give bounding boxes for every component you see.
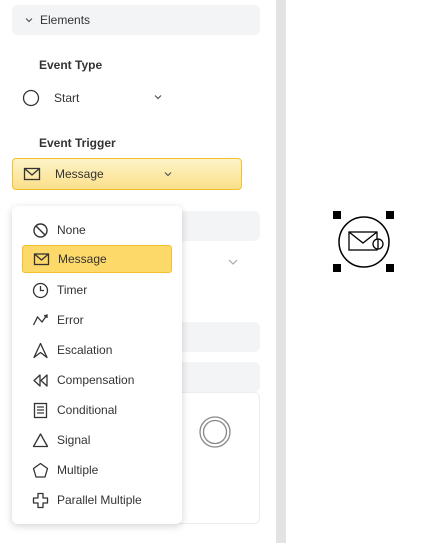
collapsed-section[interactable] [170, 362, 260, 392]
event-trigger-select[interactable]: Message [12, 158, 242, 190]
message-icon [23, 167, 41, 181]
menu-item-timer[interactable]: Timer [22, 276, 172, 304]
message-start-event-icon [338, 216, 390, 268]
event-trigger-value: Message [55, 167, 104, 181]
menu-item-multiple[interactable]: Multiple [22, 456, 172, 484]
menu-item-label: Signal [57, 433, 91, 447]
section-title: Elements [40, 13, 91, 27]
resize-handle[interactable] [386, 211, 394, 219]
menu-item-compensation[interactable]: Compensation [22, 366, 172, 394]
menu-item-label: Parallel Multiple [57, 493, 142, 507]
event-type-value: Start [54, 91, 80, 105]
multiple-icon [32, 462, 49, 478]
resize-handle[interactable] [386, 264, 394, 272]
menu-item-label: Escalation [57, 343, 113, 357]
resize-handle[interactable] [333, 264, 341, 272]
menu-item-label: Message [58, 252, 107, 266]
menu-item-escalation[interactable]: Escalation [22, 336, 172, 364]
resize-handle[interactable] [333, 211, 341, 219]
menu-item-message[interactable]: Message [22, 245, 172, 273]
menu-item-label: Timer [57, 283, 88, 297]
chevron-down-icon [164, 172, 172, 177]
timer-icon [32, 282, 49, 298]
compensation-icon [33, 373, 48, 387]
menu-item-parallel-multiple[interactable]: Parallel Multiple [22, 486, 172, 514]
chevron-down-icon [228, 259, 238, 265]
escalation-icon [33, 342, 48, 358]
menu-item-error[interactable]: Error [22, 306, 172, 334]
signal-icon [32, 432, 49, 447]
event-type-select[interactable]: Start [22, 88, 167, 108]
chevron-down-icon [154, 95, 162, 100]
properties-panel: Elements Event Type Start Event Trigger … [0, 0, 276, 543]
collapsed-section[interactable] [170, 211, 260, 241]
chevron-down-icon [25, 18, 33, 23]
menu-item-label: None [57, 223, 86, 237]
event-preview-icon [199, 416, 231, 448]
menu-item-label: Error [57, 313, 84, 327]
menu-item-none[interactable]: None [22, 216, 172, 244]
menu-item-label: Conditional [57, 403, 118, 417]
event-type-label: Event Type [39, 58, 103, 72]
event-trigger-label: Event Trigger [39, 136, 116, 150]
none-icon [33, 222, 48, 238]
panel-resize-handle[interactable] [276, 0, 286, 543]
menu-item-signal[interactable]: Signal [22, 426, 172, 454]
start-event-icon [22, 89, 40, 107]
message-icon [33, 252, 50, 265]
event-trigger-menu: None Message Timer Error Escalation Comp… [12, 206, 182, 524]
preview-box [170, 392, 260, 524]
menu-item-conditional[interactable]: Conditional [22, 396, 172, 424]
menu-item-label: Compensation [57, 373, 135, 387]
menu-item-label: Multiple [57, 463, 99, 477]
elements-section-header[interactable]: Elements [12, 5, 260, 35]
error-icon [32, 313, 48, 325]
conditional-icon [33, 402, 48, 418]
parallel-multiple-icon [32, 492, 49, 508]
collapsed-section[interactable] [170, 322, 260, 352]
diagram-canvas[interactable] [286, 0, 435, 543]
